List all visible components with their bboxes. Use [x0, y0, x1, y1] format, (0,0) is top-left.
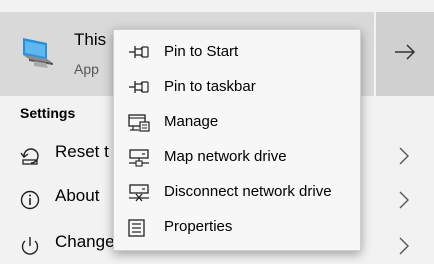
chevron-right-icon: [399, 147, 409, 170]
top-strip: [0, 0, 434, 12]
menu-item-disconnect-network-drive[interactable]: Disconnect network drive: [114, 175, 360, 210]
pin-icon: [128, 79, 150, 100]
power-icon: [20, 236, 40, 261]
arrow-right-icon: [394, 44, 416, 65]
chevron-right-icon: [399, 191, 409, 214]
menu-item-map-network-drive[interactable]: Map network drive: [114, 140, 360, 175]
menu-item-label: Pin to taskbar: [164, 78, 256, 95]
chevron-right-icon: [399, 237, 409, 260]
settings-item-label: Reset t: [55, 142, 109, 161]
map-drive-icon: [128, 149, 150, 172]
menu-item-manage[interactable]: Manage: [114, 105, 360, 140]
best-match-title: This: [74, 30, 107, 49]
menu-item-pin-to-start[interactable]: Pin to Start: [114, 35, 360, 70]
settings-header: Settings: [20, 105, 76, 121]
properties-icon: [128, 219, 146, 242]
context-menu: Pin to Start Pin to taskbar Manage Map n…: [113, 29, 361, 251]
reset-icon: [20, 146, 42, 171]
menu-item-label: Map network drive: [164, 148, 287, 165]
settings-item-label: About: [55, 186, 100, 205]
manage-icon: [128, 114, 150, 137]
menu-item-pin-to-taskbar[interactable]: Pin to taskbar: [114, 70, 360, 105]
best-match-subtitle: App: [74, 61, 99, 77]
info-icon: [20, 190, 40, 215]
computer-icon: [20, 34, 58, 74]
pin-icon: [128, 44, 150, 65]
menu-item-label: Disconnect network drive: [164, 183, 332, 200]
menu-item-label: Pin to Start: [164, 43, 239, 60]
menu-item-label: Manage: [164, 113, 219, 130]
menu-item-properties[interactable]: Properties: [114, 210, 360, 245]
menu-item-label: Properties: [164, 218, 233, 235]
disconnect-drive-icon: [128, 184, 150, 207]
